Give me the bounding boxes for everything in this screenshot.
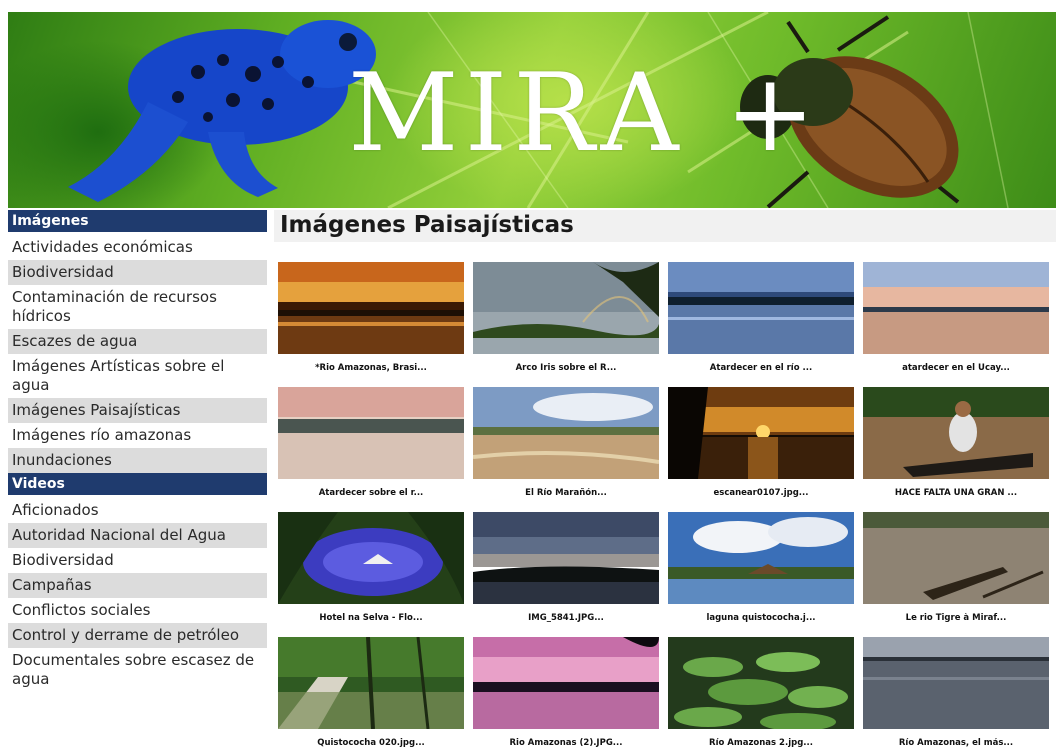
- thumbnail-image[interactable]: [668, 637, 854, 729]
- thumbnail-card[interactable]: Le rio Tigre à Miraf...: [863, 512, 1049, 623]
- sidebar-item[interactable]: Biodiversidad: [8, 260, 267, 285]
- thumbnail-caption[interactable]: El Río Marañón...: [473, 488, 659, 498]
- thumbnail-card[interactable]: Arco Iris sobre el R...: [473, 262, 659, 373]
- thumbnail-caption[interactable]: HACE FALTA UNA GRAN ...: [863, 488, 1049, 498]
- thumbnail-card[interactable]: *Rio Amazonas, Brasi...: [278, 262, 464, 373]
- sidebar-nav: Imágenes Actividades económicas Biodiversi…: [8, 210, 267, 754]
- thumbnail-caption[interactable]: *Rio Amazonas, Brasi...: [278, 363, 464, 373]
- sidebar-item[interactable]: Imágenes río amazonas: [8, 423, 267, 448]
- thumbnail-caption[interactable]: Río Amazonas 2.jpg...: [668, 738, 854, 748]
- thumbnail-card[interactable]: Río Amazonas, el más...: [863, 637, 1049, 748]
- thumbnail-image[interactable]: [668, 512, 854, 604]
- thumbnail-image[interactable]: [278, 637, 464, 729]
- sidebar-section-header[interactable]: Imágenes: [8, 210, 267, 232]
- sidebar-section-header[interactable]: Videos: [8, 473, 267, 495]
- thumbnail-image[interactable]: [473, 387, 659, 479]
- thumbnail-caption[interactable]: Le rio Tigre à Miraf...: [863, 613, 1049, 623]
- sidebar-item[interactable]: Contaminación de recursos hídricos: [8, 285, 267, 329]
- thumbnail-card[interactable]: escanear0107.jpg...: [668, 387, 854, 498]
- sidebar-item[interactable]: Conflictos sociales: [8, 598, 267, 623]
- thumbnail-card[interactable]: IMG_5841.JPG...: [473, 512, 659, 623]
- thumbnail-image[interactable]: [863, 387, 1049, 479]
- thumbnail-image[interactable]: [278, 262, 464, 354]
- header-banner: MIRA +: [8, 12, 1056, 208]
- thumbnail-caption[interactable]: Arco Iris sobre el R...: [473, 363, 659, 373]
- thumbnail-image[interactable]: [278, 387, 464, 479]
- thumbnail-caption[interactable]: Atardecer sobre el r...: [278, 488, 464, 498]
- sidebar-item[interactable]: Imágenes Paisajísticas: [8, 398, 267, 423]
- thumbnail-caption[interactable]: Quistococha 020.jpg...: [278, 738, 464, 748]
- thumbnail-caption[interactable]: Rio Amazonas (2).JPG...: [473, 738, 659, 748]
- thumbnail-image[interactable]: [473, 262, 659, 354]
- thumbnail-card[interactable]: laguna quistococha.j...: [668, 512, 854, 623]
- page-title: Imágenes Paisajísticas: [274, 210, 1056, 242]
- thumbnail-card[interactable]: Rio Amazonas (2).JPG...: [473, 637, 659, 748]
- thumbnail-image[interactable]: [863, 512, 1049, 604]
- thumbnail-caption[interactable]: escanear0107.jpg...: [668, 488, 854, 498]
- thumbnail-image[interactable]: [863, 637, 1049, 729]
- thumbnail-card[interactable]: Río Amazonas 2.jpg...: [668, 637, 854, 748]
- sidebar-item[interactable]: Escazes de agua: [8, 329, 267, 354]
- sidebar-item[interactable]: Campañas: [8, 573, 267, 598]
- thumbnail-card[interactable]: Atardecer sobre el r...: [278, 387, 464, 498]
- sidebar-item[interactable]: Inundaciones: [8, 448, 267, 473]
- sidebar-item[interactable]: Actividades económicas: [8, 235, 267, 260]
- frog-illustration: [68, 20, 376, 202]
- sidebar-item[interactable]: Imágenes Artísticas sobre el agua: [8, 354, 267, 398]
- thumbnail-card[interactable]: El Río Marañón...: [473, 387, 659, 498]
- thumbnail-image[interactable]: [278, 512, 464, 604]
- sidebar-item[interactable]: Autoridad Nacional del Agua: [8, 523, 267, 548]
- thumbnail-image[interactable]: [863, 262, 1049, 354]
- thumbnail-image[interactable]: [668, 262, 854, 354]
- thumbnail-caption[interactable]: Atardecer en el río ...: [668, 363, 854, 373]
- main-content: Imágenes Paisajísticas *Rio Amazonas, Br…: [274, 210, 1056, 754]
- sidebar-item[interactable]: Biodiversidad: [8, 548, 267, 573]
- sidebar-item[interactable]: Documentales sobre escasez de agua: [8, 648, 267, 692]
- site-title: MIRA +: [348, 51, 822, 176]
- thumbnail-image[interactable]: [473, 637, 659, 729]
- sidebar-item[interactable]: Control y derrame de petróleo: [8, 623, 267, 648]
- thumbnail-caption[interactable]: laguna quistococha.j...: [668, 613, 854, 623]
- thumbnail-card[interactable]: Hotel na Selva - Flo...: [278, 512, 464, 623]
- thumbnail-card[interactable]: HACE FALTA UNA GRAN ...: [863, 387, 1049, 498]
- thumbnail-caption[interactable]: Hotel na Selva - Flo...: [278, 613, 464, 623]
- thumbnail-card[interactable]: atardecer en el Ucay...: [863, 262, 1049, 373]
- thumbnail-image[interactable]: [473, 512, 659, 604]
- thumbnail-caption[interactable]: Río Amazonas, el más...: [863, 738, 1049, 748]
- thumbnail-card[interactable]: Atardecer en el río ...: [668, 262, 854, 373]
- thumbnail-image[interactable]: [668, 387, 854, 479]
- thumbnail-caption[interactable]: IMG_5841.JPG...: [473, 613, 659, 623]
- sidebar-item[interactable]: Aficionados: [8, 498, 267, 523]
- thumbnail-caption[interactable]: atardecer en el Ucay...: [863, 363, 1049, 373]
- thumbnail-card[interactable]: Quistococha 020.jpg...: [278, 637, 464, 748]
